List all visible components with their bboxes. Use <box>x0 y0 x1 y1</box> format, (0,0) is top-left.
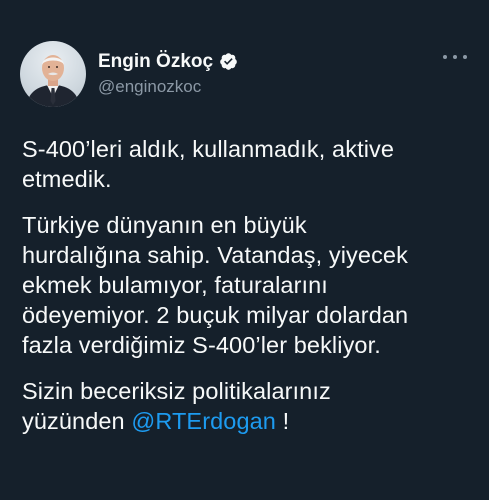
tweet-header: Engin Özkoç @enginozkoc <box>20 40 238 108</box>
author-name-row: Engin Özkoç <box>98 50 238 74</box>
tweet-paragraph-3: Sizin beceriksiz politikalarınız yüzünde… <box>22 376 472 436</box>
tweet-paragraph-2: Türkiye dünyanın en büyük hurdalığına sa… <box>22 212 409 358</box>
dot-icon <box>443 55 447 59</box>
author-names: Engin Özkoç @enginozkoc <box>98 50 238 99</box>
mention-link[interactable]: @RTErdogan <box>131 408 276 434</box>
more-options-icon[interactable] <box>443 52 467 62</box>
tweet-card: Engin Özkoç @enginozkoc S-400’leri aldık… <box>0 0 489 500</box>
tweet-paragraph-1: S-400’leri aldık, kullanmadık, aktive et… <box>22 136 395 192</box>
tweet-paragraph-3-suffix: ! <box>275 408 290 434</box>
avatar[interactable] <box>20 41 86 107</box>
verified-badge-icon <box>219 52 238 71</box>
author-handle[interactable]: @enginozkoc <box>98 75 238 99</box>
dot-icon <box>463 55 467 59</box>
author-name[interactable]: Engin Özkoç <box>98 50 213 74</box>
dot-icon <box>453 55 457 59</box>
person-photo-icon <box>26 55 80 107</box>
tweet-text: S-400’leri aldık, kullanmadık, aktive et… <box>22 134 472 436</box>
